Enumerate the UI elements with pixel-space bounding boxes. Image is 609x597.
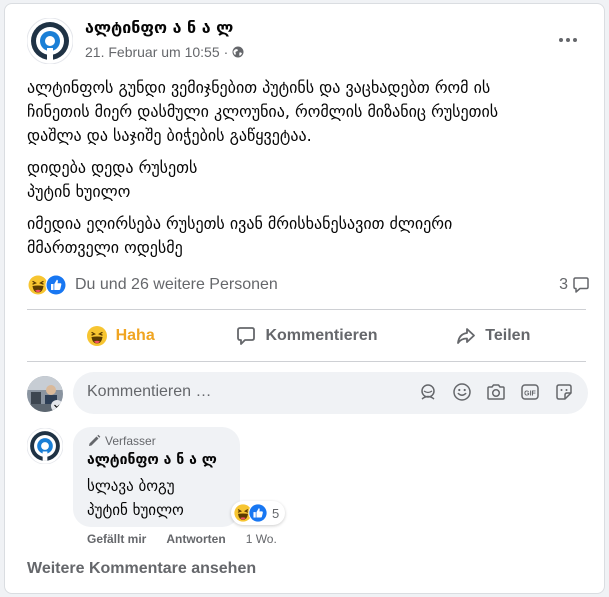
comment-icon [237,327,256,345]
share-button[interactable]: Teilen [400,314,586,358]
comment-reactions[interactable]: 5 [231,501,286,525]
post-line: ალტინფოს გუნდი ვემიჯნებით პუტინს და ვაცხ… [27,78,491,97]
author-badge-label: Verfasser [105,434,156,448]
post-date[interactable]: 21. Februar um 10:55 [85,44,220,60]
post-line: იმედია ეღირსება რუსეთს ივან მრისხანესავი… [27,214,453,233]
meta-separator: · [223,44,229,60]
comment-actions: Gefällt mir Antworten 1 Wo. [87,532,277,546]
pencil-icon [89,434,101,446]
reaction-icons [27,274,67,296]
reactions-summary[interactable]: Du und 26 weitere Personen [27,274,278,296]
comment-reply-button[interactable]: Antworten [166,532,225,546]
comment-bubble-icon [573,277,589,293]
divider [27,361,586,362]
globe-icon [232,46,244,58]
comment-text: სლავა ბოგუ პუტინ ხუილო [87,474,184,522]
post-author[interactable]: ალტინფო ა ნ ა ლ [85,18,233,37]
share-label: Teilen [485,327,531,344]
comment-time[interactable]: 1 Wo. [246,532,277,546]
more-options-icon[interactable] [556,28,580,52]
comment-line: პუტინ ხუილო [87,501,184,519]
page-avatar[interactable] [27,18,73,64]
haha-icon [86,326,107,346]
like-reaction-icon [248,503,268,523]
post-line: ჩინეთის მიერ დასმული კლოუნია, რომლის მიზ… [27,102,499,121]
comment-button[interactable]: Kommentieren [213,314,399,358]
comment-author[interactable]: ალტინფო ა ნ ა ლ [87,452,217,468]
avatar-sticker-icon[interactable] [418,382,438,402]
comment-label: Kommentieren [265,327,378,344]
commenter-avatar[interactable] [27,428,63,464]
sticker-icon[interactable] [554,382,574,402]
comment-bubble: Verfasser ალტინფო ა ნ ა ლ სლავა ბოგუ პუტ… [73,427,240,527]
post-actions: Haha Kommentieren Teilen [27,314,586,358]
reactions-text[interactable]: Du und 26 weitere Personen [75,276,278,294]
post-text: ალტინფოს გუნდი ვემიჯნებით პუტინს და ვაცხ… [27,76,592,268]
divider [27,309,586,310]
camera-icon[interactable] [486,382,506,402]
post-line: დიდება დედა რუსეთს [27,158,198,177]
gif-icon[interactable]: GIF [520,382,540,402]
post-meta: 21. Februar um 10:55 · [85,44,244,60]
comment-line: სლავა ბოგუ [87,477,175,495]
comment-input[interactable]: Kommentieren … GIF [73,372,588,414]
comment-input-icons: GIF [418,382,574,402]
post-paragraph: იმედია ეღირსება რუსეთს ივან მრისხანესავი… [27,212,592,260]
emoji-icon[interactable] [452,382,472,402]
like-reaction-icon [45,274,67,296]
comment-count[interactable]: 3 [559,276,590,294]
comment-count-value: 3 [559,276,568,293]
user-avatar[interactable] [27,376,63,412]
post-line: დაშლა და საჯიშე ბიჭების გაწყვეტაა. [27,126,312,145]
post-paragraph: ალტინფოს გუნდი ვემიჯნებით პუტინს და ვაცხ… [27,76,592,148]
comment-reaction-count: 5 [272,505,280,521]
comment-like-button[interactable]: Gefällt mir [87,532,146,546]
post-paragraph: დიდება დედა რუსეთს პუტინ ხუილო [27,156,592,204]
author-badge: Verfasser [87,434,156,448]
view-more-comments-link[interactable]: Weitere Kommentare ansehen [27,560,256,578]
haha-button[interactable]: Haha [27,314,213,358]
share-icon [457,328,476,344]
svg-text:GIF: GIF [524,391,536,398]
post-line: პუტინ ხუილო [27,182,131,201]
post-card: ალტინფო ა ნ ა ლ 21. Februar um 10:55 · ა… [4,3,605,594]
haha-label: Haha [115,327,155,344]
chevron-down-icon[interactable] [51,400,63,412]
post-line: მმართველი ოდესმე [27,238,183,257]
comment-input-placeholder: Kommentieren … [87,383,212,400]
